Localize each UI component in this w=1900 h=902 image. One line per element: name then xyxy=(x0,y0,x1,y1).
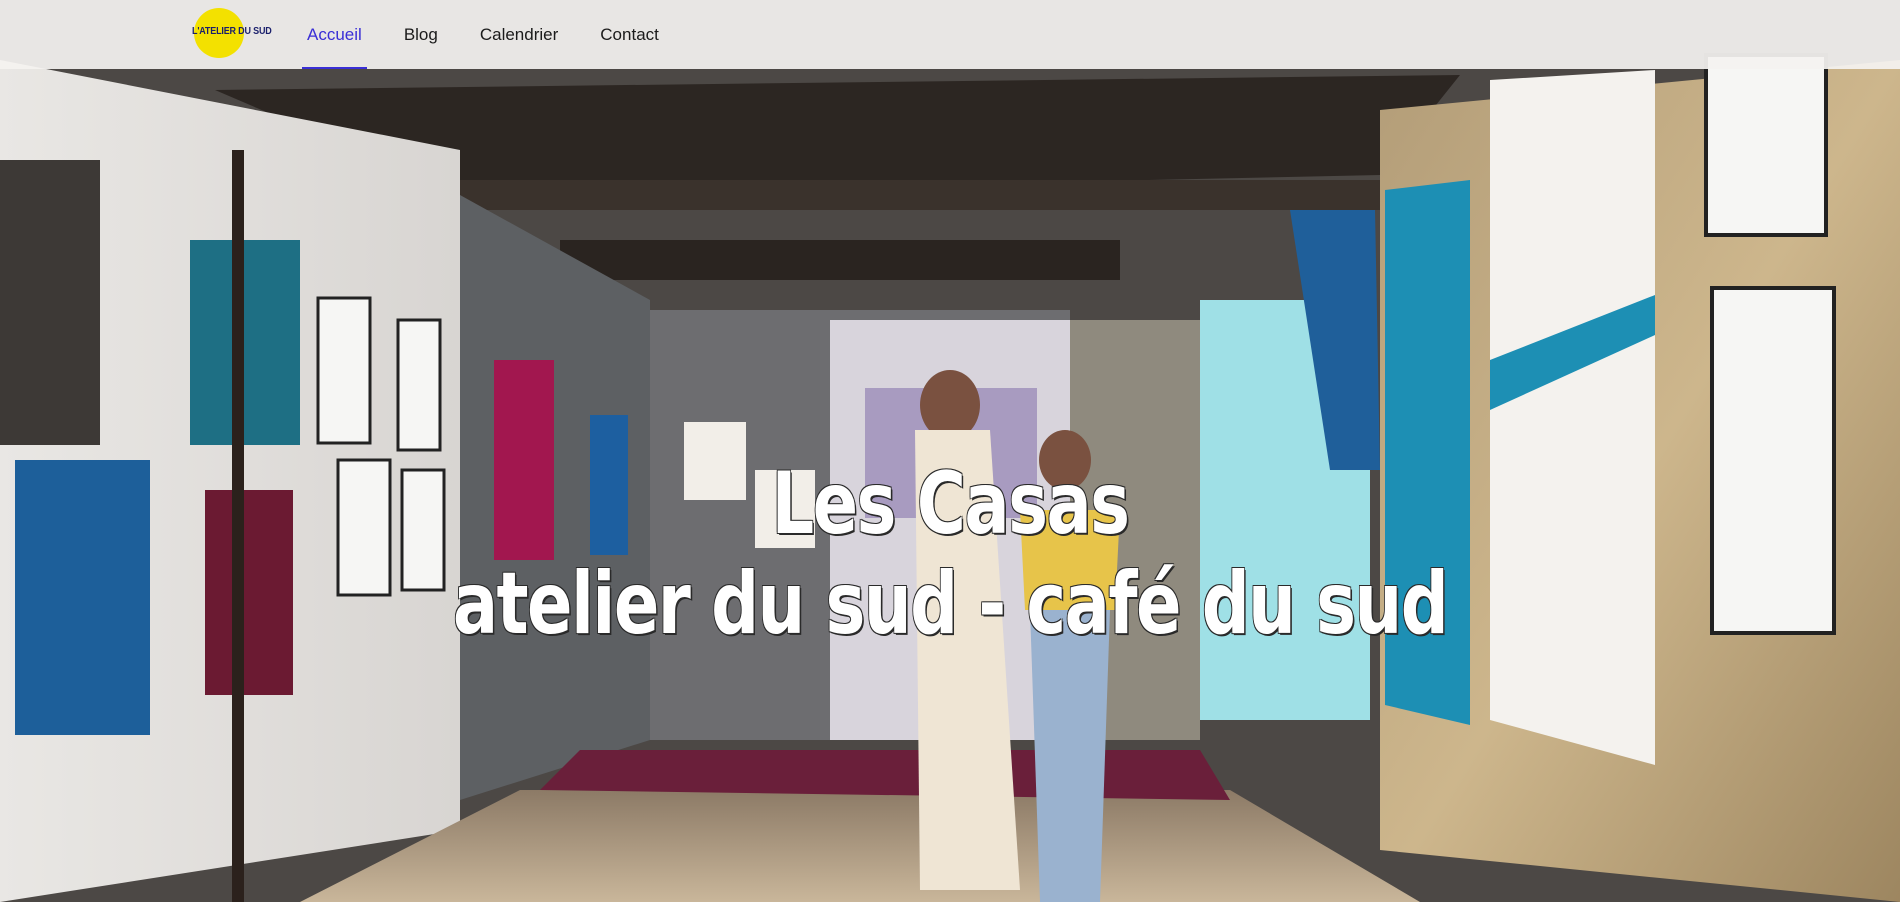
nav-item-accueil[interactable]: Accueil xyxy=(302,0,367,69)
main-nav: Accueil Blog Calendrier Contact xyxy=(302,0,696,69)
nav-item-contact[interactable]: Contact xyxy=(595,0,664,69)
site-logo[interactable]: L'ATELIER DU SUD xyxy=(190,6,272,60)
hero-title: Les Casas atelier du sud - café du sud xyxy=(0,461,1900,647)
logo-text: L'ATELIER DU SUD xyxy=(192,26,272,37)
hero-title-line-2: atelier du sud - café du sud xyxy=(452,554,1449,655)
site-header: L'ATELIER DU SUD Accueil Blog Calendrier… xyxy=(0,0,1900,69)
hero-title-line-1: Les Casas xyxy=(771,454,1130,555)
nav-item-calendrier[interactable]: Calendrier xyxy=(475,0,563,69)
hero-background-photo xyxy=(0,0,1900,902)
nav-item-blog[interactable]: Blog xyxy=(399,0,443,69)
